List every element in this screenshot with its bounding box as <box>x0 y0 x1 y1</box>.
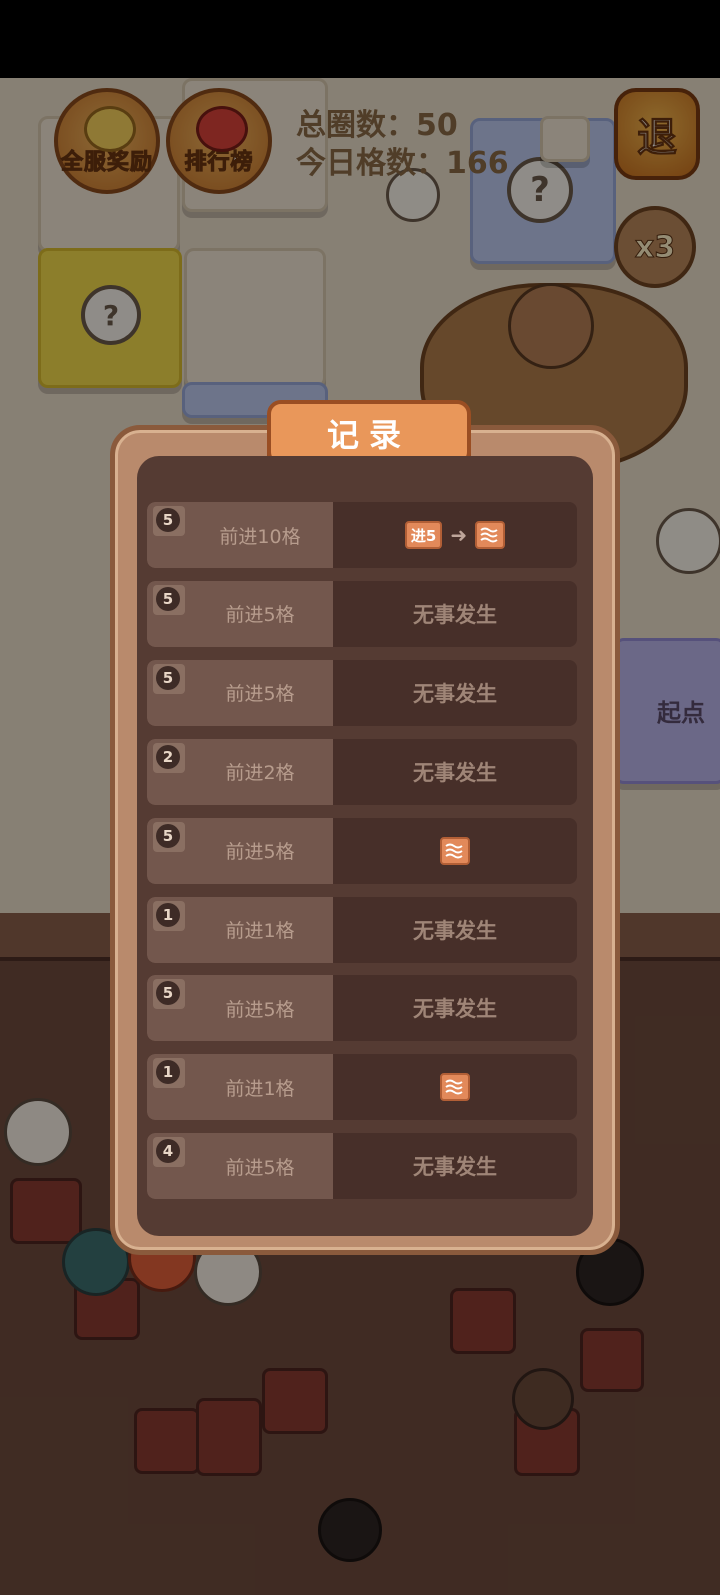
record-result: 无事发生 <box>413 681 497 706</box>
record-action: 前进5格 <box>225 841 295 864</box>
dice-icon: 5 <box>153 584 185 615</box>
dice-value: 5 <box>156 508 180 532</box>
record-row: 5 前进5格 无事发生 <box>147 580 577 647</box>
advance-badge: 进5 <box>404 521 443 549</box>
wave-icon <box>440 1073 470 1102</box>
record-row: 4 前进5格 无事发生 <box>147 1133 577 1200</box>
record-action: 前进2格 <box>225 762 295 785</box>
record-row: 5 前进5格 无事发生 <box>147 975 577 1042</box>
record-row-left: 2 前进2格 <box>147 738 333 805</box>
record-result: 无事发生 <box>413 997 497 1022</box>
dice-value: 5 <box>156 665 180 690</box>
dice-icon: 1 <box>153 900 185 931</box>
record-action: 前进5格 <box>225 683 295 706</box>
record-result: 无事发生 <box>413 760 497 785</box>
record-action: 前进5格 <box>225 998 295 1021</box>
dice-icon: 5 <box>153 663 185 694</box>
record-action: 前进1格 <box>225 1077 295 1100</box>
record-result: 进5 ➜ <box>333 502 577 568</box>
dice-icon: 2 <box>153 742 185 773</box>
record-action: 前进10格 <box>219 525 301 548</box>
wave-icon <box>475 521 506 549</box>
record-row-left: 5 前进5格 <box>147 659 333 726</box>
status-bar <box>0 0 720 78</box>
dice-icon: 5 <box>153 821 185 852</box>
dice-icon: 5 <box>153 979 185 1010</box>
record-result <box>333 818 577 884</box>
dice-icon: 1 <box>153 1058 185 1089</box>
record-row: 1 前进1格 无事发生 <box>147 896 577 963</box>
record-row: 5 前进10格 进5 ➜ <box>147 502 577 568</box>
dice-value: 1 <box>156 1060 180 1085</box>
dice-value: 5 <box>156 823 180 848</box>
record-list[interactable]: 5 前进10格 进5 ➜ 5 前进5格 无事发生 5 前进5格 无事发生 2 前进2格 无事发生 5 前进5… <box>137 456 593 1236</box>
record-row: 5 前进5格 <box>147 817 577 884</box>
dice-value: 2 <box>156 744 180 769</box>
dice-value: 4 <box>156 1139 180 1164</box>
record-row-left: 1 前进1格 <box>147 1054 333 1121</box>
wave-icon <box>440 836 470 865</box>
dice-value: 5 <box>156 981 180 1006</box>
record-result: 无事发生 <box>413 1155 497 1180</box>
record-result: 无事发生 <box>413 602 497 627</box>
record-row: 2 前进2格 无事发生 <box>147 738 577 805</box>
record-action: 前进5格 <box>225 604 295 627</box>
record-row-left: 5 前进10格 <box>147 502 333 568</box>
dice-value: 1 <box>156 902 180 927</box>
record-row-left: 5 前进5格 <box>147 817 333 884</box>
record-row-left: 5 前进5格 <box>147 580 333 647</box>
dice-icon: 4 <box>153 1137 185 1168</box>
record-result: 无事发生 <box>413 918 497 943</box>
record-row-left: 5 前进5格 <box>147 975 333 1042</box>
record-row-left: 1 前进1格 <box>147 896 333 963</box>
record-row-left: 4 前进5格 <box>147 1133 333 1200</box>
record-action: 前进5格 <box>225 1156 295 1179</box>
record-action: 前进1格 <box>225 920 295 942</box>
dice-value: 5 <box>156 586 180 611</box>
record-dialog: 记录 5 前进10格 进5 ➜ 5 前进5格 无事发生 5 前进5格 无事发生 2 前进2格 无事发生 5… <box>110 400 620 1255</box>
record-result <box>333 1054 577 1120</box>
record-row: 5 前进5格 无事发生 <box>147 659 577 726</box>
dice-icon: 5 <box>153 506 185 536</box>
record-row: 1 前进1格 <box>147 1054 577 1121</box>
arrow-right-icon: ➜ <box>450 523 468 547</box>
